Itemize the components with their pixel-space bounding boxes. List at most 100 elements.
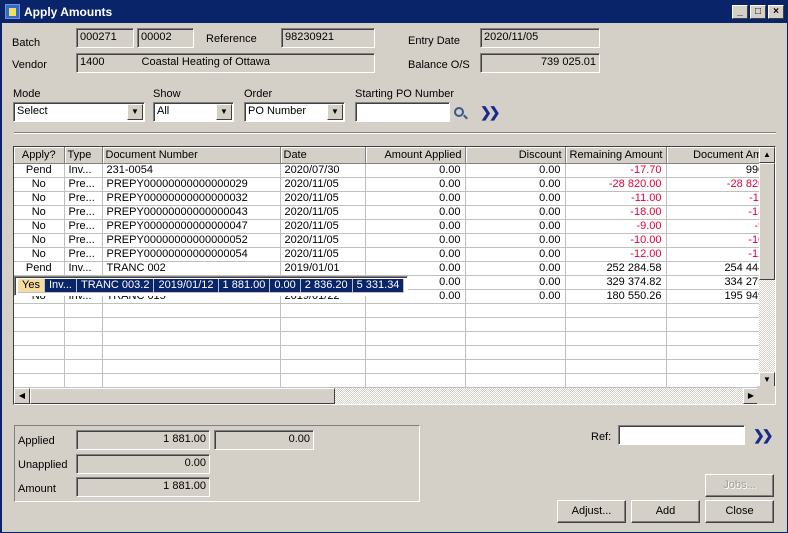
search-icon[interactable] — [454, 107, 464, 117]
cell-apply[interactable]: No — [14, 191, 65, 206]
empty-cell — [465, 359, 566, 374]
column-header[interactable]: Amount Applied — [365, 147, 466, 164]
empty-cell — [14, 303, 65, 318]
title-bar: Apply Amounts _ □ × — [2, 1, 788, 23]
cell-apply[interactable]: Yes — [18, 278, 45, 293]
vertical-scroll-thumb[interactable] — [759, 163, 775, 280]
balance-label: Balance O/S — [408, 59, 470, 71]
cell-docamt: 5 331.34 — [352, 278, 405, 293]
cell-applied: 0.00 — [365, 219, 466, 234]
empty-cell — [365, 359, 466, 374]
table-row[interactable]: No Pre... PREPY00000000000000043 2020/11/05… — [14, 205, 775, 220]
scroll-up-icon[interactable]: ▲ — [759, 147, 775, 163]
table-row[interactable]: Yes Inv... TRANC 003.2 2019/01/12 1 881.00 0.… — [14, 275, 409, 296]
cell-apply[interactable]: No — [14, 177, 65, 192]
chevron-down-icon[interactable]: ▼ — [216, 104, 232, 120]
order-select[interactable]: PO Number ▼ — [244, 102, 345, 122]
empty-cell — [465, 317, 566, 332]
documents-grid[interactable]: Apply? Type Document Number Date Amount Appl… — [13, 146, 776, 405]
table-row[interactable]: No Pre... PREPY00000000000000047 2020/11/05… — [14, 219, 775, 234]
cell-date: 2020/11/05 — [280, 219, 366, 234]
empty-row — [14, 359, 775, 374]
cell-apply[interactable]: No — [14, 247, 65, 262]
table-row[interactable]: Pend Inv... 231-0054 2020/07/30 0.00 0.00 -17.… — [14, 163, 775, 178]
unapplied-label: Unapplied — [18, 459, 68, 471]
cell-apply[interactable]: Pend — [14, 163, 65, 178]
cell-apply[interactable]: Pend — [14, 261, 65, 276]
vertical-scrollbar[interactable]: ▲ ▼ — [759, 147, 775, 388]
empty-cell — [365, 345, 466, 360]
cell-apply[interactable]: No — [14, 233, 65, 248]
scroll-left-icon[interactable]: ◀ — [14, 388, 30, 404]
empty-cell — [102, 359, 281, 374]
ref-go-icon[interactable]: ❯❯ — [753, 427, 774, 444]
cell-date: 2019/01/12 — [153, 278, 219, 293]
empty-cell — [465, 345, 566, 360]
empty-row — [14, 317, 775, 332]
empty-row — [14, 345, 775, 360]
empty-cell — [280, 303, 366, 318]
vendor-field: 1400 Coastal Heating of Ottawa — [76, 53, 375, 73]
cell-doc: TRANC 002 — [102, 261, 281, 276]
empty-cell — [565, 359, 667, 374]
empty-cell — [64, 373, 103, 388]
apply-amounts-window: Apply Amounts _ □ × Batch 000271 00002 R… — [0, 0, 788, 533]
jobs-button[interactable]: Jobs... — [705, 474, 774, 497]
empty-cell — [280, 317, 366, 332]
empty-cell — [102, 303, 281, 318]
cell-discount: 0.00 — [269, 278, 301, 293]
empty-cell — [565, 317, 667, 332]
add-button[interactable]: Add — [631, 500, 700, 523]
chevron-down-icon[interactable]: ▼ — [127, 104, 143, 120]
batch-number-field: 000271 — [76, 28, 134, 48]
cell-discount: 0.00 — [465, 247, 566, 262]
adjust-button[interactable]: Adjust... — [557, 500, 626, 523]
empty-cell — [465, 331, 566, 346]
go-forward-icon[interactable]: ❯❯ — [480, 104, 501, 121]
empty-cell — [64, 331, 103, 346]
cell-apply[interactable]: No — [14, 219, 65, 234]
window-title: Apply Amounts — [24, 5, 113, 19]
column-header[interactable]: Document Number — [102, 147, 281, 164]
table-row[interactable]: No Pre... PREPY00000000000000054 2020/11/05… — [14, 247, 775, 262]
table-row[interactable]: No Pre... PREPY00000000000000029 2020/11/05… — [14, 177, 775, 192]
ref-input[interactable] — [618, 425, 745, 445]
cell-doc: 231-0054 — [102, 163, 281, 178]
column-header[interactable]: Apply? — [14, 147, 65, 164]
entry-number-field: 00002 — [137, 28, 194, 48]
cell-type: Pre... — [64, 191, 103, 206]
horizontal-scrollbar[interactable]: ◀ ▶ — [14, 388, 759, 404]
chevron-down-icon[interactable]: ▼ — [327, 104, 343, 120]
cell-apply[interactable]: No — [14, 205, 65, 220]
column-header[interactable]: Discount — [465, 147, 566, 164]
maximize-button[interactable]: □ — [750, 5, 766, 19]
cell-applied: 0.00 — [365, 205, 466, 220]
minimize-button[interactable]: _ — [732, 5, 748, 19]
empty-cell — [102, 373, 281, 388]
show-select[interactable]: All ▼ — [153, 102, 234, 122]
cell-discount: 0.00 — [465, 233, 566, 248]
close-window-button[interactable]: × — [768, 5, 784, 19]
separator — [14, 132, 776, 134]
table-row[interactable]: No Pre... PREPY00000000000000032 2020/11/05… — [14, 191, 775, 206]
horizontal-scroll-thumb[interactable] — [30, 388, 335, 404]
empty-cell — [365, 317, 466, 332]
empty-cell — [14, 373, 65, 388]
cell-remaining: 252 284.58 — [565, 261, 667, 276]
mode-select[interactable]: Select ▼ — [13, 102, 145, 122]
starting-po-input[interactable] — [355, 102, 450, 122]
empty-cell — [64, 345, 103, 360]
cell-applied: 1 881.00 — [218, 278, 271, 293]
close-button[interactable]: Close — [705, 500, 774, 523]
ref-label: Ref: — [591, 431, 612, 443]
column-header[interactable]: Date — [280, 147, 366, 164]
batch-label: Batch — [12, 37, 41, 49]
column-header[interactable]: Type — [64, 147, 103, 164]
table-row[interactable]: No Pre... PREPY00000000000000052 2020/11/05… — [14, 233, 775, 248]
column-header[interactable]: Remaining Amount — [565, 147, 667, 164]
cell-discount: 0.00 — [465, 275, 566, 290]
cell-remaining: 2 836.20 — [300, 278, 353, 293]
app-icon — [5, 4, 20, 19]
vendor-name: Coastal Heating of Ottawa — [141, 56, 270, 68]
table-row[interactable]: Pend Inv... TRANC 002 2019/01/01 0.00 0.00 252… — [14, 261, 775, 276]
